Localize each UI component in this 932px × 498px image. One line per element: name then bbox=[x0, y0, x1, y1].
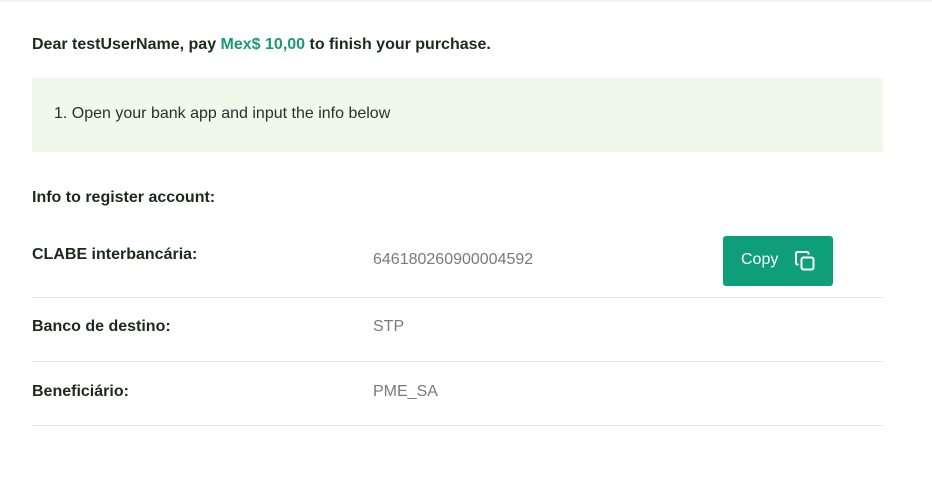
payment-amount: Mex$ 10,00 bbox=[220, 36, 306, 53]
info-row-clabe: CLABE interbancária: 646180260900004592 … bbox=[32, 226, 883, 298]
banco-value[interactable]: STP bbox=[373, 318, 404, 336]
greeting-prefix: Dear testUserName, pay bbox=[32, 36, 221, 53]
beneficiario-label: Beneficiário: bbox=[32, 383, 129, 400]
clabe-value[interactable]: 646180260900004592 bbox=[373, 251, 533, 269]
copy-icon bbox=[795, 251, 815, 271]
instruction-box: 1. Open your bank app and input the info… bbox=[32, 78, 883, 152]
info-row-banco: Banco de destino: STP bbox=[32, 298, 883, 362]
account-info-title: Info to register account: bbox=[32, 189, 216, 206]
banco-label: Banco de destino: bbox=[32, 318, 171, 335]
copy-button-label: Copy bbox=[741, 251, 779, 268]
copy-clabe-button[interactable]: Copy bbox=[723, 236, 833, 286]
instruction-step-1: 1. Open your bank app and input the info… bbox=[54, 105, 391, 122]
top-divider bbox=[0, 0, 932, 2]
greeting-suffix: to finish your purchase. bbox=[305, 36, 491, 53]
beneficiario-value[interactable]: PME_SA bbox=[373, 383, 438, 401]
clabe-label: CLABE interbancária: bbox=[32, 246, 198, 263]
payment-greeting: Dear testUserName, pay Mex$ 10,00 to fin… bbox=[32, 36, 491, 54]
info-row-beneficiario: Beneficiário: PME_SA bbox=[32, 362, 883, 426]
